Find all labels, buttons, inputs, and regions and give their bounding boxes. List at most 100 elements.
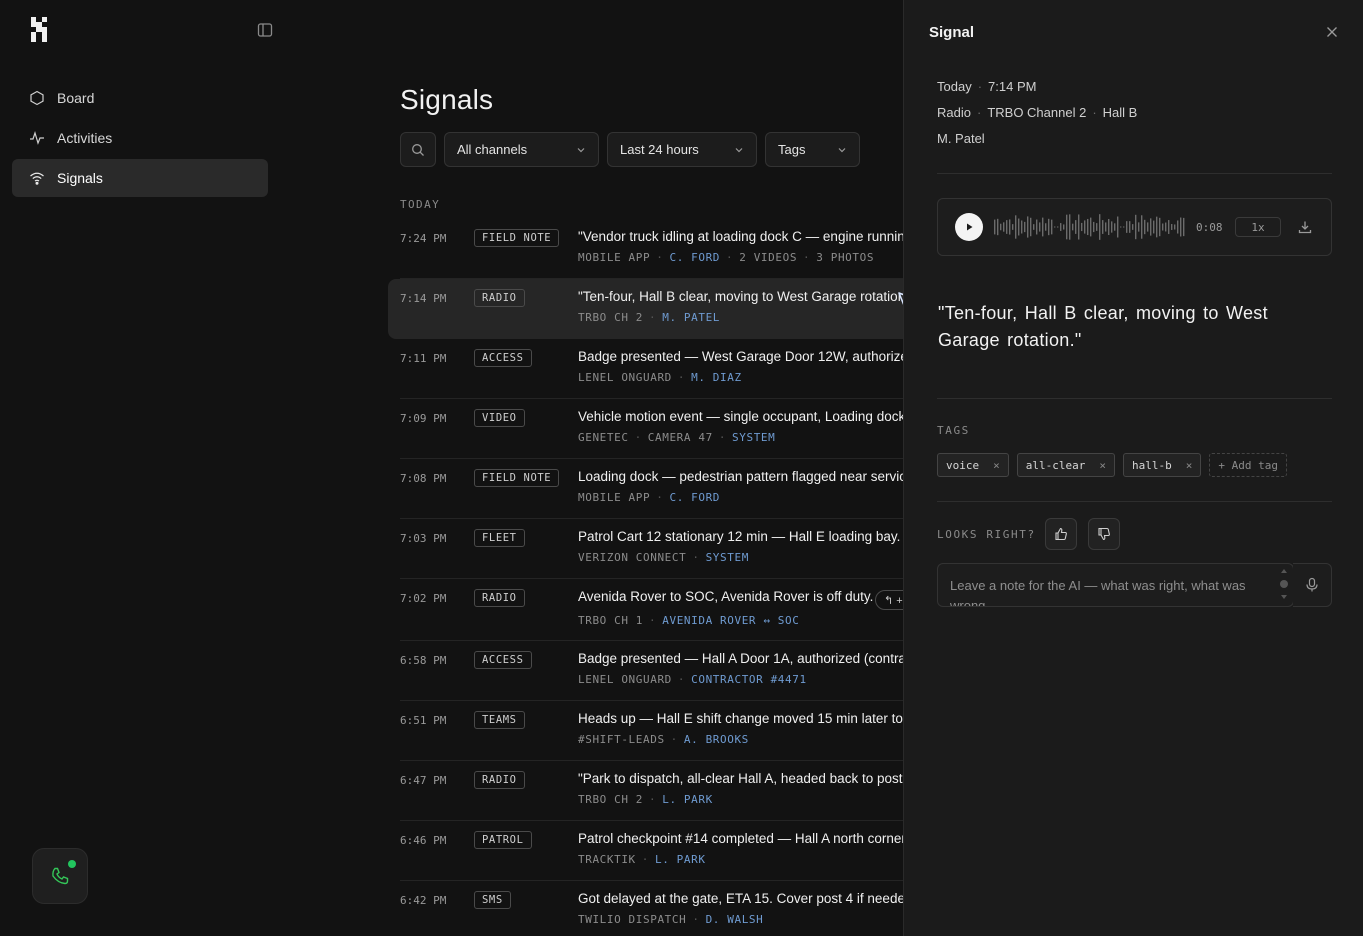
signal-time: 7:02 PM — [400, 592, 447, 605]
sidebar-item-signals[interactable]: Signals — [12, 159, 268, 197]
signal-meta: MOBILE APP · C. FORD — [578, 491, 721, 504]
waveform-bar — [1081, 222, 1083, 232]
signal-time: 6:47 PM — [400, 774, 447, 787]
waveform-bar — [1183, 217, 1185, 237]
thumbs-down-icon — [1098, 527, 1110, 541]
filter-bar: All channels Last 24 hours Tags — [400, 132, 860, 167]
signal-person[interactable]: A. BROOKS — [684, 733, 749, 746]
waveform-bar — [1144, 219, 1146, 235]
signal-kind: Radio — [937, 105, 971, 120]
remove-tag-icon[interactable]: × — [1186, 459, 1193, 472]
waveform-bar — [1063, 224, 1065, 230]
divider — [937, 173, 1332, 174]
signal-row[interactable]: 6:42 PM SMS Got delayed at the gate, ETA… — [400, 881, 903, 936]
ai-note-textarea[interactable]: Leave a note for the AI — what was right… — [937, 563, 1294, 607]
signal-title: Patrol Cart 12 stationary 12 min — Hall … — [578, 529, 903, 544]
signal-row-selected[interactable]: 7:14 PM RADIO "Ten-four, Hall B clear, m… — [388, 279, 903, 339]
time-range-select[interactable]: Last 24 hours — [607, 132, 757, 167]
signal-row[interactable]: 7:24 PM FIELD NOTE "Vendor truck idling … — [400, 219, 903, 279]
signal-channel-tag: ACCESS — [474, 349, 532, 367]
signal-meta: TRBO CH 2 · L. PARK — [578, 793, 713, 806]
signal-row[interactable]: 7:03 PM FLEET Patrol Cart 12 stationary … — [400, 519, 903, 579]
waveform-bar — [1123, 226, 1125, 228]
signal-title: "Vendor truck idling at loading dock C —… — [578, 229, 903, 244]
signal-channel-tag: VIDEO — [474, 409, 525, 427]
signal-row[interactable]: 7:08 PM FIELD NOTE Loading dock — pedest… — [400, 459, 903, 519]
waveform-bar — [1018, 218, 1020, 236]
signal-person[interactable]: M. PATEL — [662, 311, 720, 324]
thread-reply-chip[interactable]: ↰ + — [875, 590, 903, 610]
audio-waveform[interactable] — [994, 213, 1186, 241]
playback-speed-button[interactable]: 1x — [1235, 217, 1281, 237]
app-logo[interactable] — [31, 17, 47, 42]
signal-time: 7:14 PM — [400, 292, 447, 305]
phone-call-button[interactable] — [32, 848, 88, 904]
signal-time: 6:42 PM — [400, 894, 447, 907]
thumbs-up-button[interactable] — [1045, 518, 1077, 550]
signal-row[interactable]: 6:58 PM ACCESS Badge presented — Hall A … — [400, 641, 903, 701]
waveform-bar — [1096, 223, 1098, 231]
signal-person[interactable]: SYSTEM — [706, 551, 749, 564]
sidebar-toggle-icon[interactable] — [257, 22, 273, 38]
signal-source: TRBO CH 2 — [578, 793, 644, 806]
signal-time: 6:51 PM — [400, 714, 447, 727]
waveform-bar — [997, 218, 999, 236]
waveform-bar — [994, 219, 996, 235]
waveform-bar — [1129, 221, 1131, 233]
signal-row[interactable]: 6:51 PM TEAMS Heads up — Hall E shift ch… — [400, 701, 903, 761]
play-button[interactable] — [955, 213, 983, 241]
channel-filter-select[interactable]: All channels — [444, 132, 599, 167]
waveform-bar — [1150, 218, 1152, 236]
signal-source-line: Radio · TRBO Channel 2 · Hall B — [937, 105, 1138, 120]
remove-tag-icon[interactable]: × — [1099, 459, 1106, 472]
signal-source: LENEL ONGUARD — [578, 371, 672, 384]
activity-pulse-icon — [28, 129, 46, 147]
signal-row[interactable]: 7:02 PM RADIO Avenida Rover to SOC, Aven… — [400, 579, 903, 641]
tags-filter-value: Tags — [778, 142, 806, 157]
signal-row[interactable]: 7:09 PM VIDEO Vehicle motion event — sin… — [400, 399, 903, 459]
tags-label: TAGS — [937, 424, 970, 437]
waveform-bar — [1003, 222, 1005, 232]
signal-source: #SHIFT-LEADS — [578, 733, 665, 746]
thumbs-down-button[interactable] — [1088, 518, 1120, 550]
signal-person[interactable]: SYSTEM — [732, 431, 775, 444]
signal-row[interactable]: 7:11 PM ACCESS Badge presented — West Ga… — [400, 339, 903, 399]
signal-meta: LENEL ONGUARD · M. DIAZ — [578, 371, 742, 384]
waveform-bar — [1159, 217, 1161, 237]
waveform-bar — [1033, 224, 1035, 230]
signal-person[interactable]: D. WALSH — [706, 913, 764, 926]
sidebar-nav: Board Activities Signals — [12, 79, 268, 199]
voice-note-button[interactable] — [1293, 563, 1332, 607]
tag-list: voice × all-clear × hall-b × + Add tag — [937, 453, 1287, 477]
tags-filter-select[interactable]: Tags — [765, 132, 860, 167]
add-tag-button[interactable]: + Add tag — [1209, 453, 1287, 477]
waveform-bar — [1105, 222, 1107, 232]
sidebar-item-activities[interactable]: Activities — [12, 119, 268, 157]
signal-person[interactable]: CONTRACTOR #4471 — [691, 673, 807, 686]
close-icon[interactable] — [1324, 24, 1340, 40]
signal-row[interactable]: 6:46 PM PATROL Patrol checkpoint #14 com… — [400, 821, 903, 881]
signal-person[interactable]: L. PARK — [655, 853, 706, 866]
signal-row[interactable]: 6:47 PM RADIO "Park to dispatch, all-cle… — [400, 761, 903, 821]
signal-person[interactable]: M. DIAZ — [691, 371, 742, 384]
signal-source: TRACKTIK — [578, 853, 636, 866]
signal-person[interactable]: C. FORD — [669, 491, 720, 504]
signal-person[interactable]: AVENIDA ROVER ↔ SOC — [662, 614, 799, 627]
waveform-bar — [1045, 223, 1047, 231]
panel-title: Signal — [929, 24, 975, 41]
waveform-bar — [1099, 214, 1101, 240]
download-icon[interactable] — [1297, 219, 1313, 235]
signal-person[interactable]: C. FORD — [669, 251, 720, 264]
signal-person[interactable]: L. PARK — [662, 793, 713, 806]
waveform-bar — [1009, 219, 1011, 235]
hexagon-icon — [28, 89, 46, 107]
sidebar-item-label: Signals — [57, 170, 103, 186]
remove-tag-icon[interactable]: × — [993, 459, 1000, 472]
signal-transcript: "Ten-four, Hall B clear, moving to West … — [938, 303, 1268, 350]
sidebar-item-board[interactable]: Board — [12, 79, 268, 117]
textarea-scroll-handle[interactable] — [1279, 567, 1289, 601]
waveform-bar — [1156, 216, 1158, 238]
signal-title: Badge presented — Hall A Door 1A, author… — [578, 651, 903, 666]
search-button[interactable] — [400, 132, 436, 167]
signal-channel-tag: RADIO — [474, 289, 525, 307]
